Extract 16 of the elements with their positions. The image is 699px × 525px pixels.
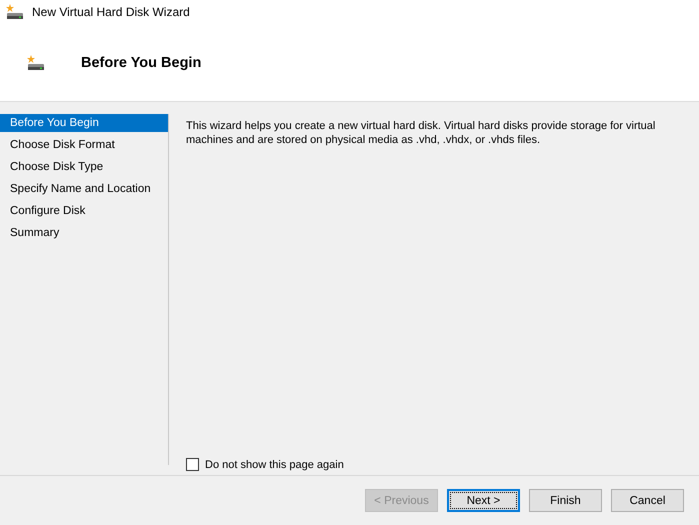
- wizard-step[interactable]: Choose Disk Format: [0, 136, 168, 154]
- new-disk-icon: [27, 54, 45, 70]
- window-title: New Virtual Hard Disk Wizard: [32, 5, 190, 19]
- wizard-step[interactable]: Configure Disk: [0, 202, 168, 220]
- new-disk-icon: [6, 4, 24, 20]
- wizard-button[interactable]: Finish: [529, 489, 602, 512]
- description-text: This wizard helps you create a new virtual hard disk. Virtual hard disks provide storage for virtual machines and are stored on physical media as .vhd, .vhdx, or .vhds files.: [186, 119, 656, 147]
- wizard-step[interactable]: Choose Disk Type: [0, 158, 168, 176]
- wizard-button[interactable]: Cancel: [611, 489, 684, 512]
- checkbox[interactable]: [186, 458, 199, 471]
- checkbox-label: Do not show this page again: [205, 458, 344, 470]
- wizard-step[interactable]: Specify Name and Location: [0, 180, 168, 198]
- page-heading: Before You Begin: [81, 54, 202, 70]
- wizard-step[interactable]: Summary: [0, 224, 168, 242]
- wizard-button[interactable]: Next >: [447, 489, 520, 512]
- wizard-step[interactable]: Before You Begin: [0, 114, 168, 132]
